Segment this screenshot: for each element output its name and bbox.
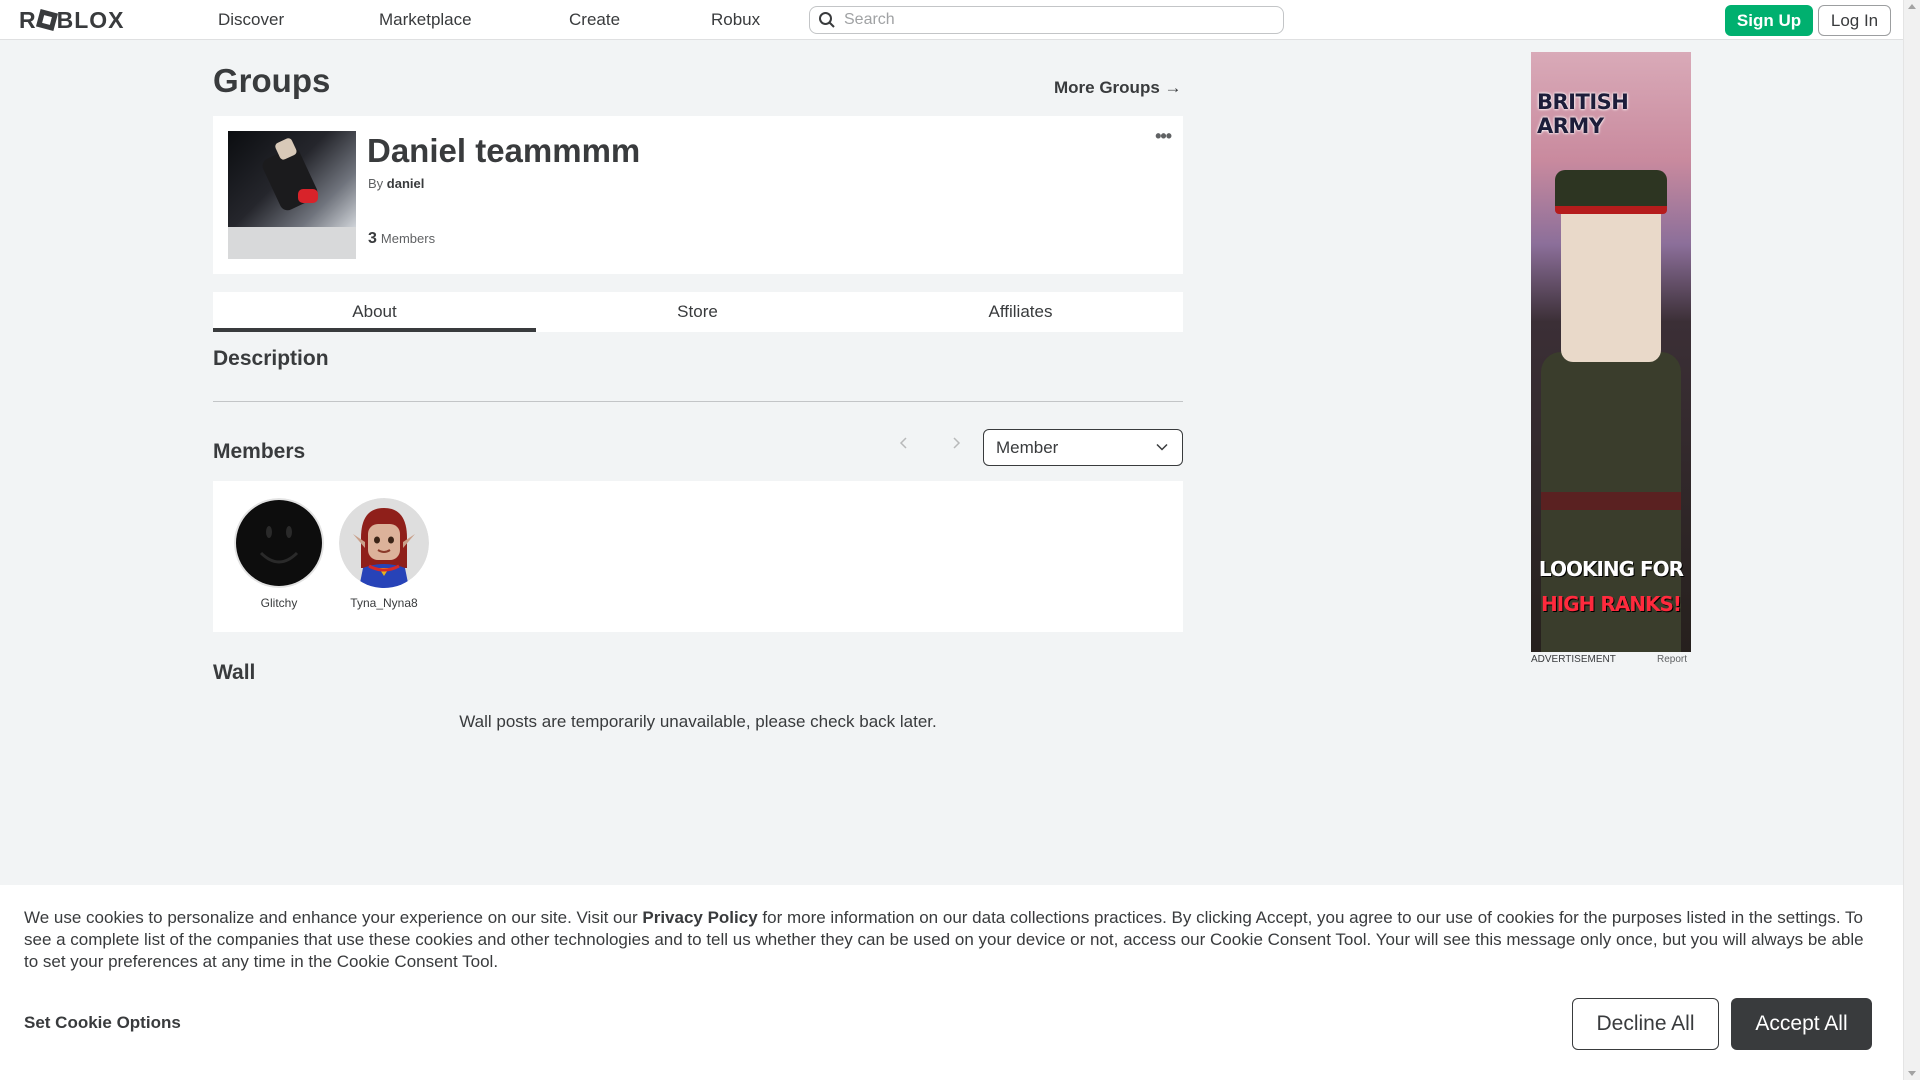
- search-input[interactable]: [844, 11, 1264, 29]
- nav-link-create[interactable]: Create: [569, 10, 620, 30]
- tab-affiliates[interactable]: Affiliates: [859, 292, 1182, 332]
- nav-link-robux[interactable]: Robux: [711, 10, 760, 30]
- cookie-consent-banner: We use cookies to personalize and enhanc…: [0, 885, 1903, 1080]
- chevron-down-icon: [1156, 443, 1168, 451]
- wall-unavailable-message: Wall posts are temporarily unavailable, …: [459, 712, 937, 731]
- character-avatar-icon: [339, 498, 429, 588]
- member-count-value: 3: [368, 230, 377, 247]
- tab-about[interactable]: About: [213, 292, 536, 332]
- roblox-logo-icon: [35, 8, 58, 32]
- group-owner-link[interactable]: daniel: [387, 176, 425, 191]
- decline-all-button[interactable]: Decline All: [1572, 998, 1719, 1050]
- members-list: Glitchy Tyna_Nyna8: [213, 481, 1183, 632]
- member-count-label: Members: [380, 231, 436, 246]
- privacy-policy-link[interactable]: Privacy Policy: [642, 908, 757, 927]
- ad-soldier-cap: [1555, 170, 1667, 214]
- group-name: Daniel teammmm: [367, 132, 641, 169]
- search-box[interactable]: [809, 6, 1284, 34]
- scroll-up-icon[interactable]: [1908, 4, 1916, 9]
- ad-headline: LOOKING FOR: [1538, 557, 1684, 581]
- role-dropdown-value: Member: [996, 437, 1059, 457]
- description-divider: [213, 401, 1183, 402]
- role-dropdown[interactable]: Member: [983, 429, 1183, 466]
- group-tabs: About Store Affiliates: [213, 292, 1183, 332]
- ad-report-link[interactable]: Report: [1657, 654, 1687, 665]
- avatar[interactable]: [234, 498, 324, 588]
- smiley-face-avatar-icon: [234, 498, 324, 588]
- advertisement-label: ADVERTISEMENT: [1531, 654, 1616, 665]
- by-label: By: [368, 176, 384, 191]
- group-emblem: [228, 131, 356, 259]
- ad-title: BRITISH ARMY: [1537, 90, 1629, 138]
- roblox-logo[interactable]: R BLOX: [19, 6, 125, 34]
- sign-up-button[interactable]: Sign Up: [1725, 5, 1813, 36]
- page-title: Groups: [213, 62, 331, 99]
- group-owner-line: By daniel: [368, 176, 424, 191]
- log-in-button[interactable]: Log In: [1818, 5, 1891, 36]
- nav-link-marketplace[interactable]: Marketplace: [379, 10, 472, 30]
- page-scrollbar[interactable]: [1903, 0, 1920, 1080]
- more-groups-link[interactable]: More Groups →: [1054, 78, 1182, 98]
- more-options-icon[interactable]: •••: [1155, 126, 1172, 147]
- accept-all-button[interactable]: Accept All: [1731, 998, 1872, 1050]
- ad-subheadline: HIGH RANKS!: [1541, 592, 1682, 616]
- scroll-down-icon[interactable]: [1908, 1071, 1916, 1076]
- set-cookie-options-link[interactable]: Set Cookie Options: [24, 1013, 181, 1033]
- group-member-count: 3 Members: [368, 230, 435, 248]
- chevron-left-icon[interactable]: [897, 436, 911, 450]
- advertisement-banner[interactable]: BRITISH ARMY LOOKING FOR HIGH RANKS!: [1531, 52, 1691, 652]
- group-header-card: Daniel teammmm By daniel 3 Members •••: [213, 116, 1183, 274]
- description-heading: Description: [213, 347, 329, 370]
- members-heading: Members: [213, 440, 306, 463]
- nav-link-discover[interactable]: Discover: [218, 10, 284, 30]
- member-name: Tyna_Nyna8: [350, 596, 418, 610]
- member-name: Glitchy: [260, 596, 298, 610]
- avatar[interactable]: [339, 498, 429, 588]
- cookie-message: We use cookies to personalize and enhanc…: [24, 908, 1864, 971]
- chevron-right-icon[interactable]: [949, 436, 963, 450]
- wall-heading: Wall: [213, 661, 256, 684]
- member-card-glitchy[interactable]: Glitchy: [229, 498, 329, 610]
- search-icon: [819, 12, 835, 28]
- tab-store[interactable]: Store: [536, 292, 859, 332]
- member-card-tyna-nyna8[interactable]: Tyna_Nyna8: [334, 498, 434, 610]
- top-navigation-bar: R BLOX Discover Marketplace Create Robux …: [0, 0, 1920, 40]
